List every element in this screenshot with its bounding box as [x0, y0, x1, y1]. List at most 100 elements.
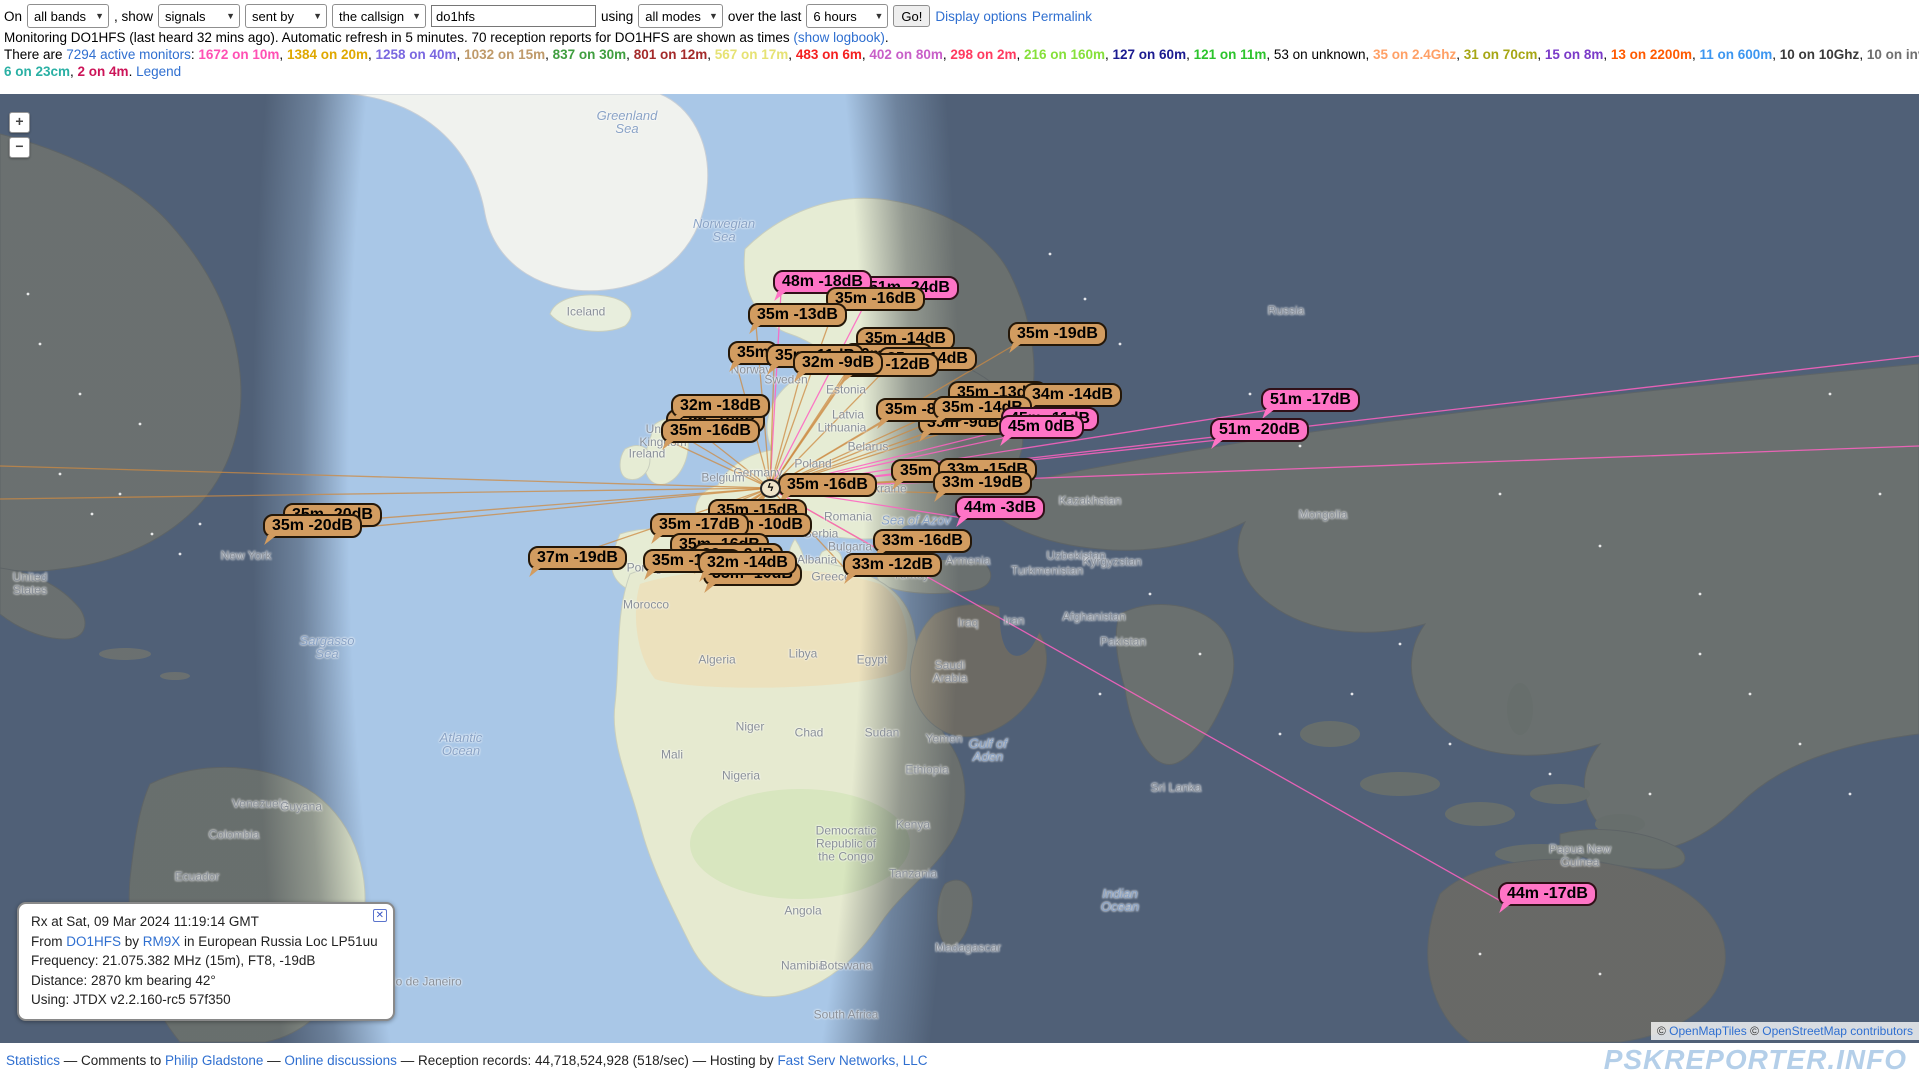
legend-link[interactable]: Legend — [136, 64, 181, 79]
transmitter-marker[interactable]: ϟ — [760, 479, 781, 498]
band-count: 1384 on 20m — [287, 47, 368, 62]
map-canvas[interactable]: Greenland SeaNorwegian SeaSargasso SeaAt… — [0, 94, 1919, 1043]
reception-balloon[interactable]: 32m -9dB — [793, 351, 883, 375]
signals-select[interactable]: signals▼ — [158, 4, 240, 28]
reception-balloon[interactable]: 51m -17dB — [1261, 388, 1360, 412]
footer-links: Statistics — Comments to Philip Gladston… — [6, 1053, 927, 1068]
active-monitors-link[interactable]: 7294 active monitors — [66, 47, 191, 62]
sentby-select[interactable]: sent by▼ — [245, 4, 327, 28]
show-label: , show — [114, 9, 153, 24]
show-logbook-link[interactable]: (show logbook) — [793, 30, 885, 45]
zoom-out-button[interactable]: − — [9, 137, 30, 158]
reception-balloon[interactable]: 45m 0dB — [999, 415, 1084, 439]
monitors-prefix: There are — [4, 47, 66, 62]
reception-balloon[interactable]: 35m -13dB — [748, 303, 847, 327]
city-light-dot — [1499, 493, 1502, 496]
sender-callsign-link[interactable]: DO1HFS — [66, 934, 121, 949]
display-options-link[interactable]: Display options — [935, 9, 1027, 24]
city-light-dot — [1649, 793, 1652, 796]
city-light-dot — [27, 293, 30, 296]
status-period: . — [885, 30, 889, 45]
band-count: 837 on 30m — [553, 47, 627, 62]
reception-balloon[interactable]: 37m -19dB — [528, 546, 627, 570]
chevron-down-icon: ▼ — [709, 11, 718, 21]
band-count: 298 on 2m — [950, 47, 1016, 62]
modes-select[interactable]: all modes▼ — [638, 4, 723, 28]
city-light-dot — [1749, 693, 1752, 696]
reception-balloon[interactable]: 44m -17dB — [1498, 882, 1597, 906]
reception-balloon[interactable]: 33m -19dB — [933, 471, 1032, 495]
philip-gladstone-link[interactable]: Philip Gladstone — [165, 1053, 263, 1068]
city-light-dot — [1149, 593, 1152, 596]
band-count: 53 on unknown — [1274, 47, 1366, 62]
go-button[interactable]: Go! — [893, 5, 930, 27]
chevron-down-icon: ▼ — [226, 11, 235, 21]
city-light-dot — [1699, 593, 1702, 596]
fastserv-link[interactable]: Fast Serv Networks, LLC — [777, 1053, 927, 1068]
openmaptiles-link[interactable]: OpenMapTiles — [1669, 1024, 1747, 1038]
band-select[interactable]: all bands▼ — [27, 4, 109, 28]
overlast-label: over the last — [728, 9, 802, 24]
reception-balloon[interactable]: 51m -20dB — [1210, 418, 1309, 442]
popup-rx-time: Rx at Sat, 09 Mar 2024 11:19:14 GMT — [31, 912, 383, 932]
city-light-dot — [179, 553, 182, 556]
top-toolbar: On all bands▼ , show signals▼ sent by▼ t… — [0, 0, 1919, 94]
city-light-dot — [199, 523, 202, 526]
popup-software: Using: JTDX v2.2.160-rc5 57f350 — [31, 990, 383, 1010]
status-line: Monitoring DO1HFS (last heard 32 mins ag… — [0, 29, 1919, 46]
band-count: 567 on 17m — [715, 47, 789, 62]
city-light-dot — [1119, 343, 1122, 346]
city-light-dot — [79, 393, 82, 396]
footer-text: — — [397, 1053, 418, 1068]
footer-text: — Comments to — [60, 1053, 165, 1068]
popup-from-line: From DO1HFS by RM9X in European Russia L… — [31, 932, 383, 952]
band-count: 402 on 80m — [869, 47, 943, 62]
popup-locator: in European Russia Loc LP51uu — [180, 934, 377, 949]
signal-path — [0, 466, 770, 488]
receiver-callsign-link[interactable]: RM9X — [143, 934, 181, 949]
reception-balloon[interactable]: 35m -20dB — [263, 514, 362, 538]
signal-path — [770, 373, 801, 488]
permalink-link[interactable]: Permalink — [1032, 9, 1092, 24]
band-count: 6 on 23cm — [4, 64, 70, 79]
page-footer: Statistics — Comments to Philip Gladston… — [0, 1043, 1919, 1079]
close-icon[interactable]: ✕ — [373, 909, 387, 922]
city-light-dot — [1829, 393, 1832, 396]
reception-balloon[interactable]: 34m -14dB — [1023, 383, 1122, 407]
on-label: On — [4, 9, 22, 24]
band-count: 1258 on 40m — [376, 47, 457, 62]
reception-balloon[interactable]: 35m -19dB — [1008, 322, 1107, 346]
signal-paths-layer — [0, 94, 1919, 1043]
band-count: 1032 on 15m — [464, 47, 545, 62]
city-light-dot — [119, 493, 122, 496]
reception-balloon[interactable]: 33m -12dB — [843, 553, 942, 577]
reception-records-count: Reception records: 44,718,524,928 (518/s… — [418, 1053, 689, 1068]
band-count: 10 on invalid — [1867, 47, 1919, 62]
reception-balloon[interactable]: 32m -14dB — [698, 551, 797, 575]
callsign-mode-select[interactable]: the callsign▼ — [332, 4, 426, 28]
band-count: 2 on 4m — [78, 64, 129, 79]
band-count: 483 on 6m — [796, 47, 862, 62]
online-discussions-link[interactable]: Online discussions — [284, 1053, 397, 1068]
reception-report-popup: ✕ Rx at Sat, 09 Mar 2024 11:19:14 GMT Fr… — [17, 902, 395, 1021]
map-attribution: © OpenMapTiles © OpenStreetMap contribut… — [1651, 1022, 1919, 1040]
statistics-link[interactable]: Statistics — [6, 1053, 60, 1068]
city-light-dot — [1799, 743, 1802, 746]
reception-balloon[interactable]: 35m -16dB — [778, 473, 877, 497]
popup-distance: Distance: 2870 km bearing 42° — [31, 971, 383, 991]
city-light-dot — [1249, 393, 1252, 396]
city-light-dot — [1199, 653, 1202, 656]
openstreetmap-link[interactable]: OpenStreetMap contributors — [1762, 1024, 1913, 1038]
reception-balloon[interactable]: 33m -16dB — [873, 529, 972, 553]
city-light-dot — [1699, 653, 1702, 656]
copyright-text: © — [1657, 1024, 1669, 1038]
city-light-dot — [1099, 693, 1102, 696]
callsign-input[interactable] — [431, 5, 596, 27]
reception-balloon[interactable]: 44m -3dB — [955, 496, 1045, 520]
popup-from-label: From — [31, 934, 66, 949]
city-light-dot — [1549, 773, 1552, 776]
hours-select[interactable]: 6 hours▼ — [806, 4, 888, 28]
reception-balloon[interactable]: 32m -18dB — [671, 394, 770, 418]
zoom-in-button[interactable]: + — [9, 112, 30, 133]
reception-balloon[interactable]: 35m -16dB — [661, 419, 760, 443]
